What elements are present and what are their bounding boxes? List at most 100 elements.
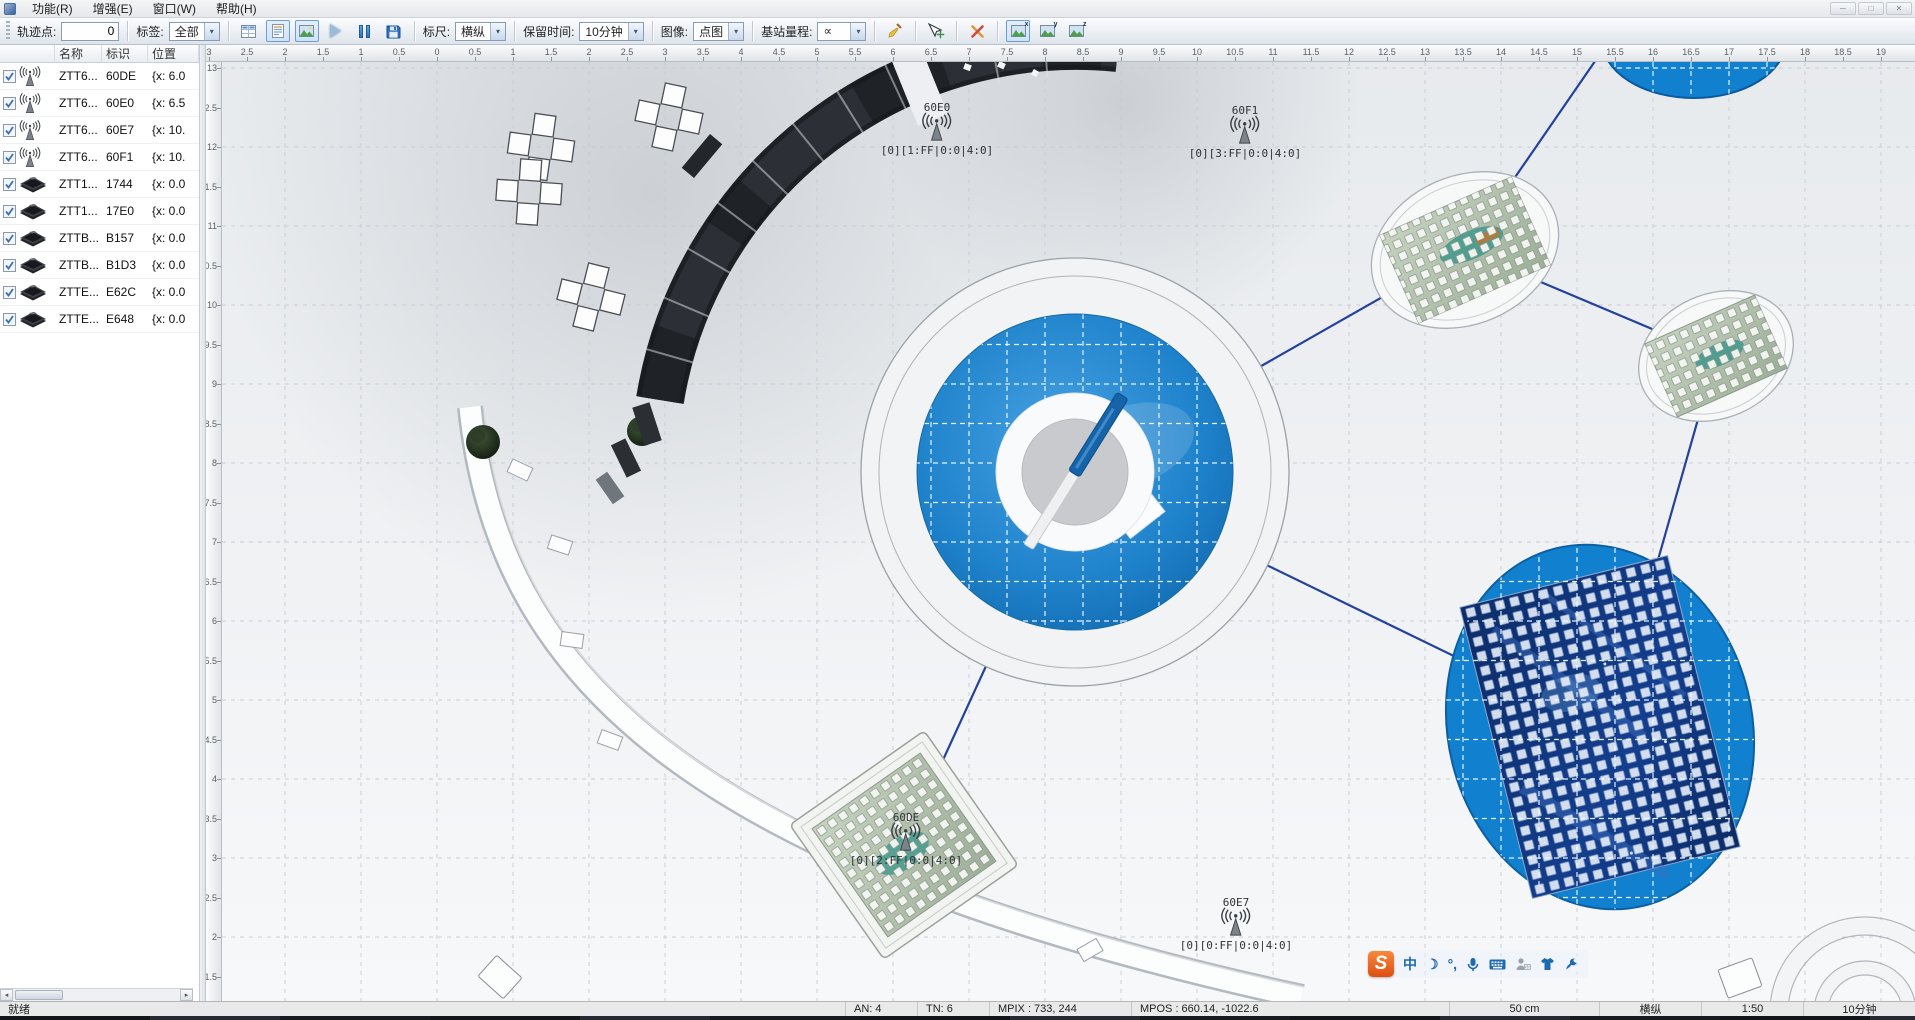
vertical-ruler: 1312.51211.51110.5109.598.587.576.565.55…: [206, 62, 222, 1001]
row-checkbox[interactable]: [3, 124, 16, 137]
table-row[interactable]: ZTTB...B1D3{x: 0.0: [0, 252, 199, 279]
ruler-tick-label: 11: [1268, 47, 1277, 57]
pause-button[interactable]: [353, 20, 377, 42]
table-row[interactable]: ZTT1...17E0{x: 0.0: [0, 198, 199, 225]
map-canvas[interactable]: 32.521.510.500.511.522.533.544.555.566.5…: [206, 45, 1915, 1001]
ruler-tick: [1501, 57, 1502, 61]
table-row[interactable]: ZTT6...60E0{x: 6.5: [0, 90, 199, 117]
view-plane-z-button[interactable]: z: [1064, 20, 1088, 42]
moon-icon[interactable]: ☽: [1426, 956, 1439, 973]
image-icon: [299, 25, 314, 37]
maximize-button[interactable]: □: [1858, 2, 1884, 15]
move-button[interactable]: [924, 20, 948, 42]
status-segment-2: MPIX : 733, 244: [989, 1002, 1131, 1016]
ruler-tick-label: 17: [1724, 47, 1734, 57]
row-pos: {x: 10.: [148, 150, 199, 164]
map-svg[interactable]: [222, 62, 1915, 1001]
table-row[interactable]: ZTT6...60F1{x: 10.: [0, 144, 199, 171]
map-view-button[interactable]: [295, 20, 319, 42]
ruler-dropdown[interactable]: 横纵 ▾: [455, 22, 506, 41]
menu-item-2[interactable]: 窗口(W): [143, 0, 206, 18]
table-view-button[interactable]: [237, 20, 261, 42]
keyboard-icon[interactable]: [1489, 958, 1506, 971]
chevron-down-icon[interactable]: ▾: [628, 23, 643, 40]
sogou-logo-icon[interactable]: S: [1368, 951, 1394, 977]
ruler-tick: [209, 57, 210, 61]
ruler-tick-label: 1: [510, 47, 515, 57]
brush-button[interactable]: [883, 20, 907, 42]
chevron-down-icon[interactable]: ▾: [490, 23, 505, 40]
ruler-tick-label: 6: [890, 47, 895, 57]
column-header-id[interactable]: 标识: [102, 45, 148, 62]
column-header-pos[interactable]: 位置: [148, 45, 199, 62]
play-button[interactable]: [324, 20, 348, 42]
table-row[interactable]: ZTTE...E648{x: 0.0: [0, 306, 199, 333]
detail-view-button[interactable]: [266, 20, 290, 42]
column-header-name[interactable]: 名称: [55, 45, 102, 62]
range-dropdown[interactable]: ∝ ▾: [817, 22, 866, 41]
tag-dropdown[interactable]: 全部 ▾: [169, 22, 220, 41]
row-check-icon-cell: [0, 257, 55, 274]
ruler-tick-label: 1.5: [545, 47, 558, 57]
menu-item-1[interactable]: 增强(E): [83, 0, 143, 18]
table-row[interactable]: ZTTB...B157{x: 0.0: [0, 225, 199, 252]
device-table: 名称 标识 位置 ZTT6...60DE{x: 6.0ZTT6...60E0{x…: [0, 45, 200, 1001]
save-button[interactable]: [382, 20, 406, 42]
axis-letter: y: [1054, 21, 1058, 28]
view-plane-y-button[interactable]: y: [1035, 20, 1059, 42]
punctuation-icon[interactable]: °,: [1448, 956, 1458, 972]
chevron-down-icon[interactable]: ▾: [728, 23, 743, 40]
row-checkbox[interactable]: [3, 70, 16, 83]
table-row[interactable]: ZTT1...1744{x: 0.0: [0, 171, 199, 198]
microphone-icon[interactable]: [1466, 957, 1480, 972]
toolbar-grip[interactable]: [6, 21, 10, 41]
ruler-tick: [217, 463, 221, 464]
image-mode-dropdown[interactable]: 点图 ▾: [693, 22, 744, 41]
row-checkbox[interactable]: [3, 232, 16, 245]
minimize-button[interactable]: ─: [1830, 2, 1856, 15]
table-row[interactable]: ZTT6...60DE{x: 6.0: [0, 63, 199, 90]
app-icon: [4, 3, 16, 15]
chevron-down-icon[interactable]: ▾: [204, 23, 219, 40]
table-row[interactable]: ZTT6...60E7{x: 10.: [0, 117, 199, 144]
toolbox-icon[interactable]: [1564, 957, 1578, 971]
row-checkbox[interactable]: [3, 259, 16, 272]
tag-device-icon: [18, 311, 48, 328]
status-segment-3: MPOS : 660.14, -1022.6: [1131, 1002, 1449, 1016]
row-checkbox[interactable]: [3, 286, 16, 299]
row-name: ZTT1...: [55, 204, 102, 218]
axis-letter: x: [1025, 21, 1029, 28]
tag-device-icon: [18, 176, 48, 193]
login-person-icon[interactable]: 10: [1515, 957, 1531, 971]
ruler-tick-label: 13: [207, 63, 217, 73]
table-row[interactable]: ZTTE...E62C{x: 0.0: [0, 279, 199, 306]
sidebar-hscrollbar[interactable]: ◂ ▸: [0, 988, 193, 1001]
ruler-tick: [217, 68, 221, 69]
track-point-input[interactable]: [61, 22, 119, 41]
view-plane-x-button[interactable]: x: [1006, 20, 1030, 42]
axis-letter: z: [1083, 21, 1087, 28]
skin-icon[interactable]: [1540, 957, 1555, 971]
ruler-tick: [1691, 57, 1692, 61]
row-checkbox[interactable]: [3, 313, 16, 326]
menu-bar: 功能(R)增强(E)窗口(W)帮助(H) ─□✕: [0, 0, 1915, 18]
retain-time-dropdown[interactable]: 10分钟 ▾: [579, 22, 643, 41]
ruler-tick: [551, 57, 552, 61]
chevron-down-icon[interactable]: ▾: [850, 23, 865, 40]
status-segment-0: AN: 4: [845, 1002, 917, 1016]
delete-button[interactable]: [965, 20, 989, 42]
scroll-left-arrow[interactable]: ◂: [0, 989, 13, 1001]
lang-zh-icon[interactable]: 中: [1403, 954, 1417, 974]
row-checkbox[interactable]: [3, 205, 16, 218]
menu-item-3[interactable]: 帮助(H): [206, 0, 267, 18]
menu-item-0[interactable]: 功能(R): [22, 0, 83, 18]
ruler-tick: [217, 384, 221, 385]
scroll-right-arrow[interactable]: ▸: [180, 989, 193, 1001]
close-button[interactable]: ✕: [1886, 2, 1912, 15]
ruler-tick: [855, 57, 856, 61]
row-checkbox[interactable]: [3, 178, 16, 191]
scroll-thumb[interactable]: [15, 990, 63, 1000]
row-checkbox[interactable]: [3, 97, 16, 110]
column-header-icon[interactable]: [0, 45, 55, 62]
row-checkbox[interactable]: [3, 151, 16, 164]
